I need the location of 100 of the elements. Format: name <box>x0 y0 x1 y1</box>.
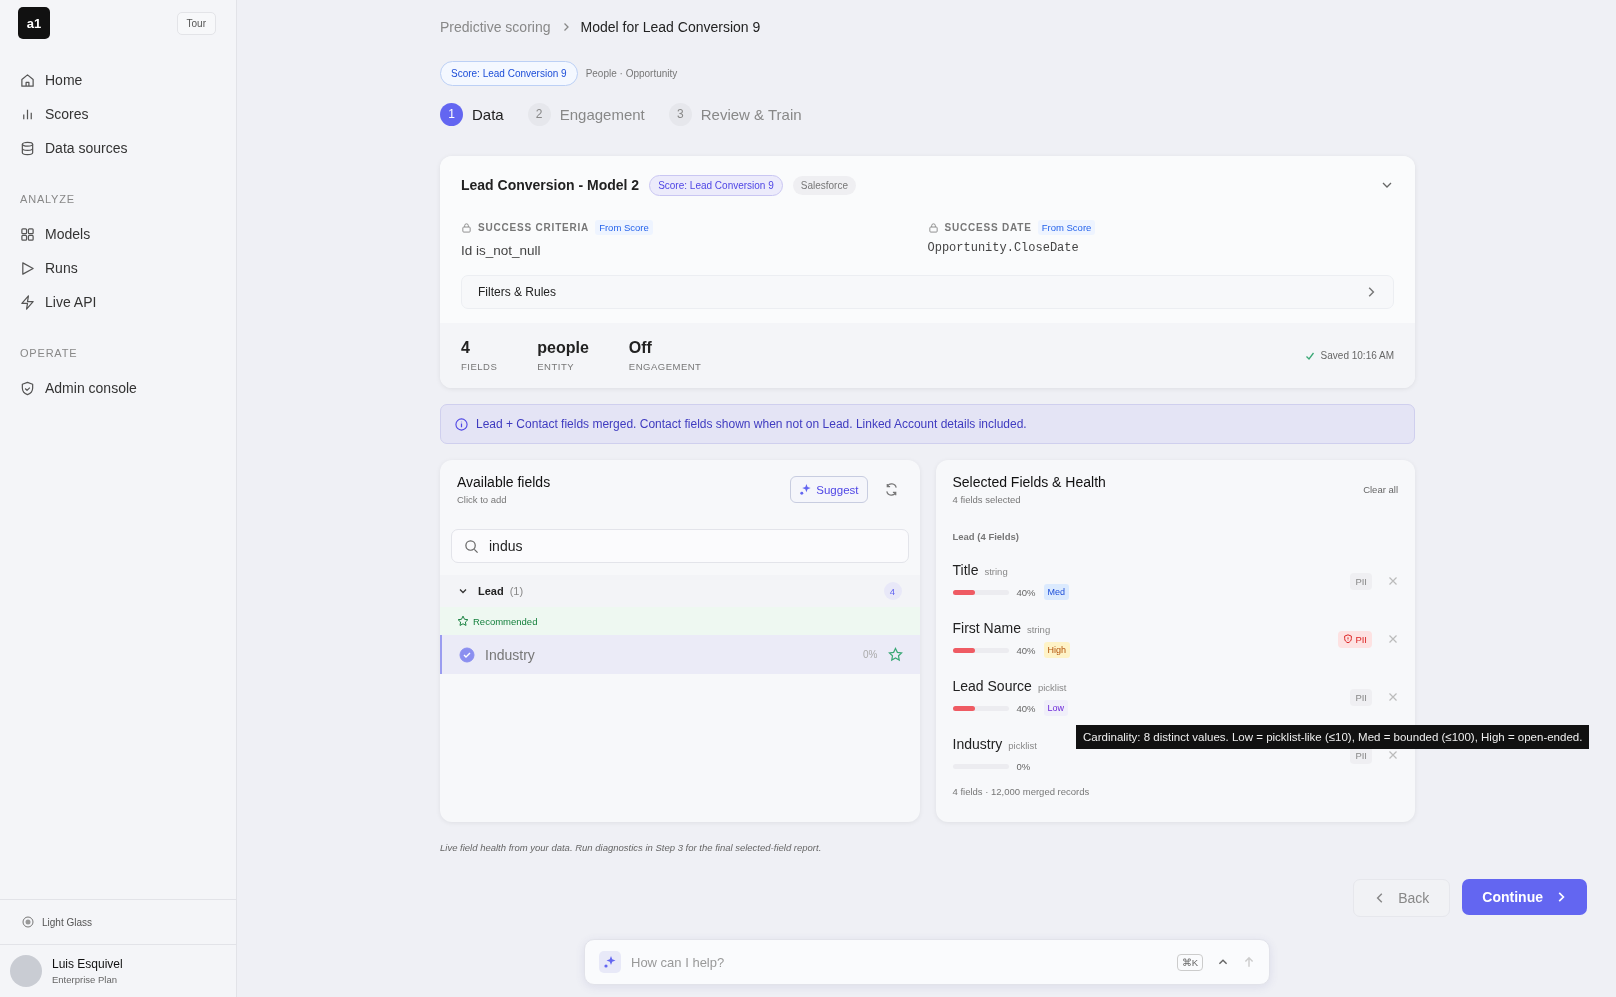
group-heading: Lead (4 Fields) <box>951 531 1020 542</box>
logo[interactable]: a1 <box>18 7 50 39</box>
pii-badge: PII <box>1338 630 1372 648</box>
shortcut-hint: ⌘K <box>1176 953 1203 971</box>
theme-icon[interactable] <box>22 916 34 928</box>
home-icon <box>20 72 35 88</box>
filters-rules-row[interactable]: Filters & Rules <box>461 275 1394 309</box>
health-percent: 40% <box>1016 586 1036 598</box>
group-count: (1) <box>509 585 524 597</box>
nav-section-heading: ANALYZE <box>19 193 76 207</box>
check-icon <box>1304 350 1315 361</box>
score-tag: Score: Lead Conversion 9 <box>649 174 783 196</box>
criteria-label: SUCCESS CRITERIA <box>478 222 590 233</box>
field-list-item[interactable]: Industry 0% <box>440 635 920 674</box>
panel-title: Selected Fields & Health <box>952 474 1106 490</box>
suggest-button[interactable]: Suggest <box>790 476 868 503</box>
remove-icon[interactable] <box>1388 692 1398 702</box>
score-tag: Score: Lead Conversion 9 <box>440 60 578 86</box>
nav-item[interactable]: Live API <box>0 285 236 319</box>
send-icon[interactable] <box>1243 956 1255 968</box>
nav-item[interactable]: Models <box>0 217 236 251</box>
assistant-field[interactable]: How can I help? ⌘K <box>584 939 1270 985</box>
cardinality-badge[interactable]: Low <box>1043 700 1069 716</box>
cardinality-badge[interactable]: Med <box>1043 584 1070 600</box>
field-name: Lead Source <box>952 678 1032 694</box>
footnote: Live field health from your data. Run diagnostics in Step 3 for the final selected-field report. <box>440 842 823 853</box>
pii-badge: PII <box>1350 688 1372 706</box>
source-tag: Salesforce <box>792 175 856 195</box>
info-text: Lead + Contact fields merged. Contact fields shown when not on Lead. Linked Account details included. <box>476 417 1027 431</box>
lightning-icon <box>20 294 35 310</box>
criteria-value: Opportunity.CloseDate <box>927 241 1080 255</box>
lock-icon <box>461 222 472 233</box>
nav-item[interactable]: Runs <box>0 251 236 285</box>
nav-item[interactable]: Admin console <box>0 371 236 405</box>
search-field[interactable]: indus <box>451 529 909 563</box>
field-name: Industry <box>952 736 1003 752</box>
play-icon <box>20 260 35 276</box>
assistant-input[interactable]: How can I help? <box>629 953 1163 971</box>
step-tab[interactable]: 1 Data <box>440 102 504 126</box>
stat-label: ENTITY <box>537 361 576 372</box>
star-icon[interactable] <box>887 647 903 662</box>
stat-value: 4 <box>461 339 471 357</box>
field-type: string <box>984 566 1008 577</box>
health-percent: 0% <box>1016 760 1031 772</box>
field-type: picklist <box>1008 740 1037 751</box>
stat-label: ENGAGEMENT <box>628 361 702 372</box>
database-icon <box>20 140 35 156</box>
check-circle-icon <box>459 646 475 663</box>
field-type: string <box>1026 624 1051 635</box>
field-name: Title <box>952 562 979 578</box>
grid-icon <box>20 226 35 242</box>
health-percent: 40% <box>1016 644 1036 656</box>
from-score-tag: From Score <box>595 220 653 235</box>
group-header[interactable]: Lead (1) 4 <box>440 575 920 607</box>
star-icon <box>457 615 469 627</box>
field-name: First Name <box>952 620 1021 636</box>
model-title: Lead Conversion - Model 2 <box>461 177 640 193</box>
recommended-header: Recommended <box>440 607 920 635</box>
health-percent: 40% <box>1016 702 1036 714</box>
nav-section-heading: OPERATE <box>19 347 79 361</box>
selected-summary: 4 fields · 12,000 merged records <box>951 786 1091 797</box>
panel-title: Available fields <box>457 474 551 490</box>
search-input[interactable]: indus <box>487 537 896 555</box>
from-score-tag: From Score <box>1037 220 1096 235</box>
cardinality-badge[interactable]: High <box>1043 642 1071 658</box>
continue-button[interactable]: Continue <box>1462 879 1587 915</box>
clear-all-link[interactable]: Clear all <box>1363 484 1398 495</box>
nav-item[interactable]: Scores <box>0 97 236 131</box>
panel-subtitle: 4 fields selected <box>952 494 1022 505</box>
remove-icon[interactable] <box>1388 634 1398 644</box>
remove-icon[interactable] <box>1388 750 1398 760</box>
field-name: Industry <box>485 646 535 663</box>
stat-label: FIELDS <box>461 361 498 372</box>
refresh-icon[interactable] <box>883 482 899 497</box>
field-type: picklist <box>1037 682 1067 693</box>
info-icon <box>455 417 468 431</box>
field-health: 0% <box>863 649 878 660</box>
group-name: Lead <box>478 585 504 597</box>
stat-value: Off <box>628 339 653 357</box>
nav-item[interactable]: Home <box>0 63 236 97</box>
user-name: Luis Esquivel <box>52 957 123 971</box>
breadcrumb-link[interactable]: Model for Lead Conversion 9 <box>580 19 761 35</box>
score-context: People · Opportunity <box>585 67 678 79</box>
nav-item[interactable]: Data sources <box>0 131 236 165</box>
tour-button[interactable]: Tour <box>176 11 216 35</box>
pii-badge: PII <box>1350 572 1372 590</box>
lock-icon <box>927 222 939 233</box>
criteria-label: SUCCESS DATE <box>944 222 1032 233</box>
stat-value: people <box>537 339 589 357</box>
shield-icon <box>20 380 35 396</box>
criteria-value: Id is_not_null <box>461 243 542 258</box>
shield-icon <box>1343 634 1354 644</box>
search-icon <box>464 538 479 554</box>
remove-icon[interactable] <box>1388 576 1398 586</box>
saved-status: Saved 10:16 AM <box>1320 350 1394 361</box>
panel-subtitle: Click to add <box>457 494 508 505</box>
tooltip: Cardinality: 8 distinct values. Low = picklist-like (≤10), Med = bounded (≤100), High = open-ended. <box>1076 725 1590 749</box>
avatar <box>10 955 42 987</box>
count-badge: 4 <box>883 582 902 600</box>
sparkle-icon <box>599 951 621 973</box>
